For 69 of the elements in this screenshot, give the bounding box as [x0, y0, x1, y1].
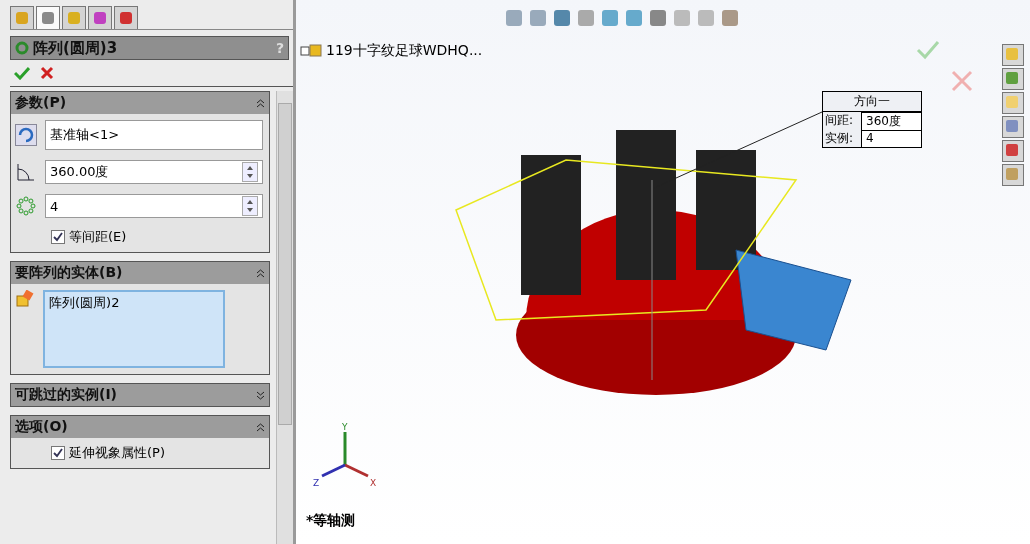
part-icon [300, 43, 322, 59]
section-title: 选项(O) [15, 418, 68, 436]
bodies-icon [15, 290, 35, 308]
count-value: 4 [50, 198, 59, 214]
side-tool-button[interactable] [1002, 92, 1024, 114]
tool-icon [1003, 45, 1021, 63]
side-tool-button[interactable] [1002, 164, 1024, 186]
panel-tab[interactable] [10, 6, 34, 29]
side-tool-button[interactable] [1002, 140, 1024, 162]
option-checkbox[interactable]: 延伸视象属性(P) [51, 444, 263, 462]
tool-icon [1003, 117, 1021, 135]
tool-icon [1003, 165, 1021, 183]
check-mark-icon [53, 232, 63, 242]
view-orientation-label: *等轴测 [306, 512, 356, 530]
side-tool-button[interactable] [1002, 68, 1024, 90]
section-title: 要阵列的实体(B) [15, 264, 123, 282]
tab-icon [40, 10, 56, 26]
panel-tab[interactable] [114, 6, 138, 29]
list-item[interactable]: 阵列(圆周)2 [49, 294, 219, 312]
side-tool-button[interactable] [1002, 116, 1024, 138]
section-title: 参数(P) [15, 94, 67, 112]
collapse-icon[interactable] [256, 98, 265, 108]
tool-icon [1003, 141, 1021, 159]
rotate-icon[interactable] [15, 124, 37, 146]
callout-label: 间距: [824, 112, 855, 129]
axis-label: Y [342, 422, 348, 432]
callout-label: 实例: [824, 130, 855, 147]
tab-icon [14, 10, 30, 26]
collapse-icon[interactable] [256, 422, 265, 432]
spinner-icon[interactable] [242, 196, 258, 216]
panel-tab[interactable] [62, 6, 86, 29]
panel-tab[interactable] [36, 6, 60, 29]
bodies-list[interactable]: 阵列(圆周)2 [43, 290, 225, 368]
section-title: 可跳过的实例(I) [15, 386, 117, 404]
tab-icon [66, 10, 82, 26]
pattern-icon [15, 41, 29, 55]
section-header[interactable]: 要阵列的实体(B) [11, 262, 269, 284]
axis-label: X [370, 478, 377, 488]
section-header[interactable]: 可跳过的实例(I) [11, 384, 269, 406]
axis-label: Z [313, 478, 320, 488]
toolbar-icon[interactable] [554, 10, 570, 26]
cancel-icon[interactable] [40, 66, 54, 80]
feature-title: 阵列(圆周)3 [33, 38, 119, 58]
checkbox-icon[interactable] [51, 230, 65, 244]
equal-spacing-checkbox[interactable]: 等间距(E) [51, 228, 263, 246]
callout-value[interactable]: 4 [861, 130, 921, 147]
tool-icon [1003, 69, 1021, 87]
spinner-icon[interactable] [242, 162, 258, 182]
angle-icon [15, 161, 37, 183]
check-mark-icon [53, 448, 63, 458]
expand-icon[interactable] [256, 390, 265, 400]
callout-value[interactable]: 360度 [861, 112, 921, 130]
side-tool-button[interactable] [1002, 44, 1024, 66]
tool-icon [1003, 93, 1021, 111]
section-header[interactable]: 参数(P) [11, 92, 269, 114]
section-header[interactable]: 选项(O) [11, 416, 269, 438]
tab-icon [118, 10, 134, 26]
count-field[interactable]: 4 [45, 194, 263, 218]
axis-field[interactable]: 基准轴<1> [45, 120, 263, 150]
checkbox-icon[interactable] [51, 446, 65, 460]
instances-icon [15, 195, 37, 217]
angle-value: 360.00度 [50, 163, 109, 181]
angle-field[interactable]: 360.00度 [45, 160, 263, 184]
panel-tab[interactable] [88, 6, 112, 29]
confirm-icon[interactable] [14, 66, 30, 80]
scrollbar[interactable] [276, 91, 293, 544]
collapse-icon[interactable] [256, 268, 265, 278]
tab-icon [92, 10, 108, 26]
toolbar-icon[interactable] [650, 10, 666, 26]
